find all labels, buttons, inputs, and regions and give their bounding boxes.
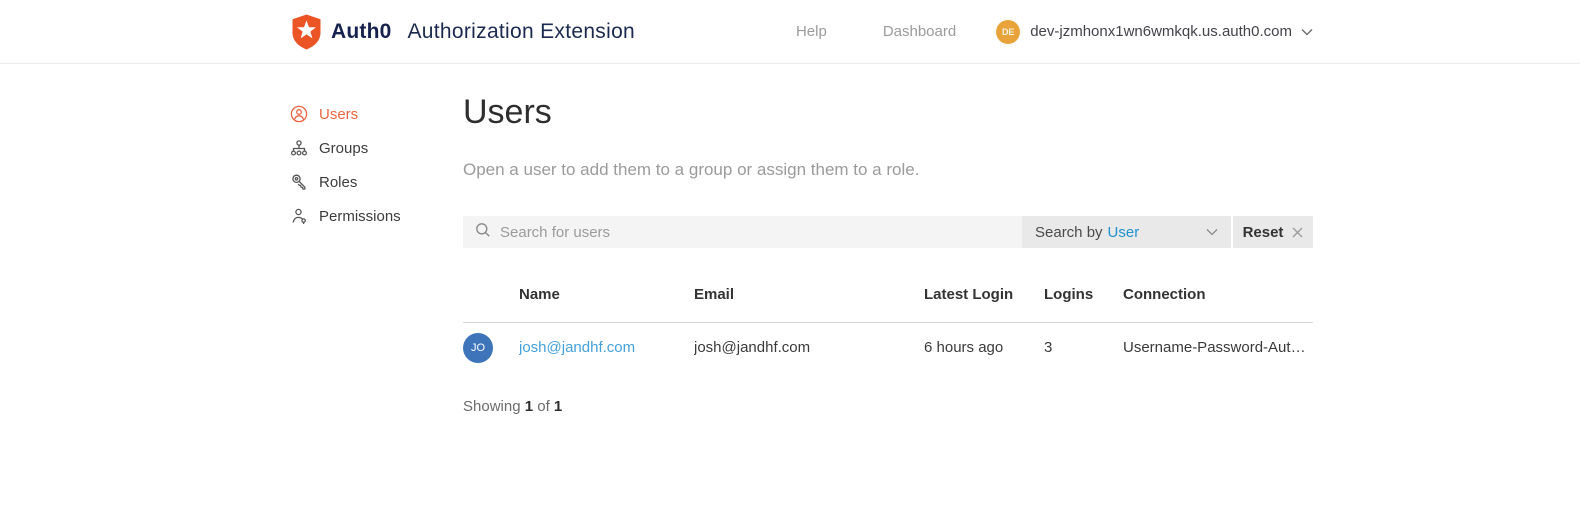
search-by-value: User [1107,223,1140,241]
user-circle-icon [290,105,308,123]
column-header-latest-login: Latest Login [924,286,1014,303]
user-latest-login: 6 hours ago [924,339,1004,356]
brand-name: Auth0 [331,19,392,43]
sidebar-item-groups[interactable]: Groups [290,138,401,158]
reset-button[interactable]: Reset [1231,216,1313,248]
showing-label: Showing [463,398,521,415]
showing-current: 1 [524,398,534,415]
dashboard-link[interactable]: Dashboard [883,23,956,40]
reset-label: Reset [1242,223,1284,241]
column-header-connection: Connection [1123,286,1206,303]
user-name-link[interactable]: josh@jandhf.com [519,339,694,356]
top-header: Auth0 Authorization Extension Help Dashb… [0,0,1580,64]
app-title: Authorization Extension [407,19,636,43]
account-menu[interactable]: DE dev-jzmhonx1wn6wmkqk.us.auth0.com [996,19,1313,44]
user-connection: Username-Password-Auth… [1123,339,1313,356]
column-header-logins: Logins [1044,286,1094,303]
user-avatar: JO [463,332,493,363]
sidebar-item-roles[interactable]: Roles [290,172,401,192]
person-key-icon [290,207,308,225]
tenant-name: dev-jzmhonx1wn6wmkqk.us.auth0.com [1030,23,1292,40]
auth0-logo: Auth0 Authorization Extension [290,14,635,50]
page-title: Users [463,93,552,131]
table-header-row: Name Email Latest Login Logins Connectio… [463,286,1313,323]
user-email: josh@jandhf.com [694,339,811,356]
avatar: DE [996,19,1021,44]
sidebar-nav: Users Groups Roles Permissions [290,104,401,226]
user-logins-count: 3 [1044,339,1053,356]
org-chart-icon [290,139,308,157]
search-input[interactable] [500,223,1010,241]
sidebar-item-users[interactable]: Users [290,104,401,124]
column-header-email: Email [694,286,735,303]
close-icon [1292,227,1303,238]
sidebar-item-label: Permissions [319,207,401,225]
search-bar: Search by User Reset [463,216,1313,248]
search-box[interactable] [463,216,1022,248]
search-by-label: Search by [1035,223,1103,241]
column-header-name: Name [519,286,560,303]
chevron-down-icon [1301,28,1313,36]
sidebar-item-label: Users [319,105,359,123]
page-description: Open a user to add them to a group or as… [463,160,920,179]
results-summary: Showing 1 of 1 [463,398,1313,415]
auth0-shield-icon [290,14,323,50]
of-label: of [537,398,550,415]
table-row[interactable]: JO josh@jandhf.com josh@jandhf.com 6 hou… [463,323,1313,372]
search-icon [475,222,500,243]
sidebar-item-label: Groups [319,139,369,157]
search-by-dropdown[interactable]: Search by User [1022,216,1231,248]
help-link[interactable]: Help [796,23,827,40]
key-icon [290,173,308,191]
main-content: Users Open a user to add them to a group… [463,64,1313,415]
sidebar-item-permissions[interactable]: Permissions [290,206,401,226]
sidebar-item-label: Roles [319,173,358,191]
chevron-down-icon [1206,228,1218,236]
showing-total: 1 [553,398,563,415]
